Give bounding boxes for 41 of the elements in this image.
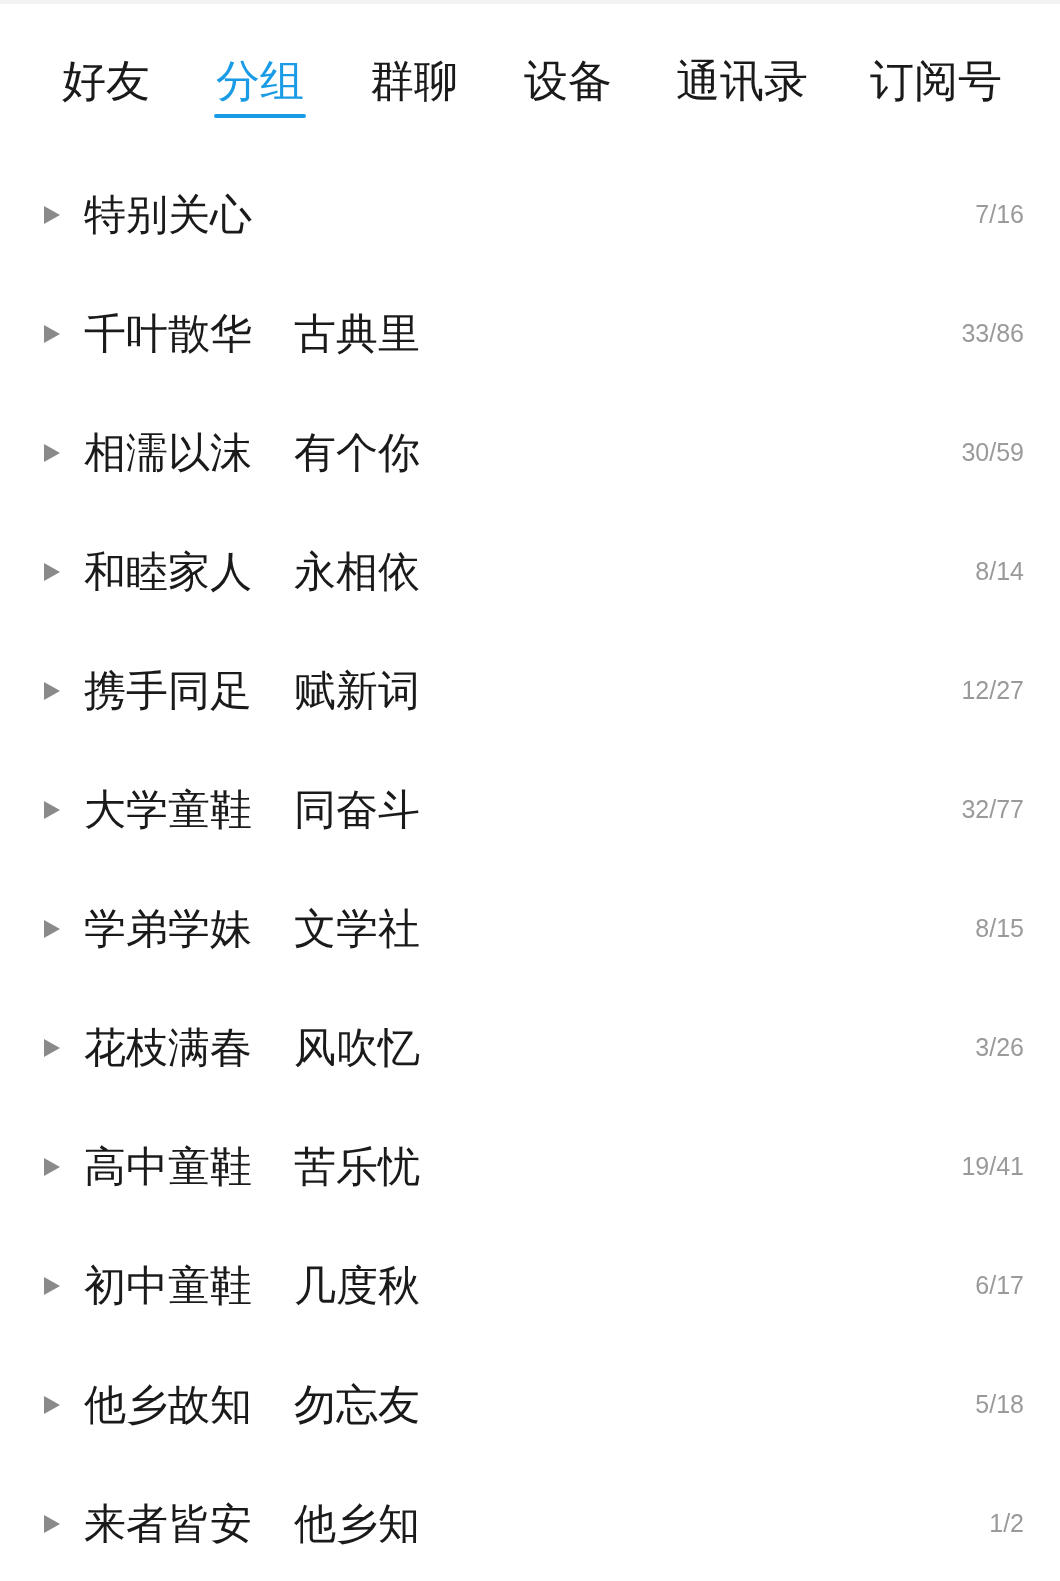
caret-icon[interactable] (42, 798, 62, 821)
online-count: 30/59 (961, 436, 1024, 468)
group-name[interactable]: 来者皆安 他乡知 (84, 1492, 420, 1555)
online-count: 7/16 (975, 198, 1024, 230)
online-count: 33/86 (961, 317, 1024, 349)
caret-icon[interactable] (42, 679, 62, 702)
caret-icon[interactable] (42, 1512, 62, 1535)
caret-icon[interactable] (42, 441, 62, 464)
online-count: 6/17 (975, 1269, 1024, 1301)
tab[interactable]: 订阅号 (870, 54, 1002, 118)
online-count: 8/15 (975, 912, 1024, 944)
online-count: 32/77 (961, 793, 1024, 825)
group-name[interactable]: 高中童鞋 苦乐忧 (84, 1135, 420, 1198)
tab[interactable]: 设备 (522, 54, 614, 118)
tab[interactable]: 通讯录 (676, 54, 808, 118)
online-count: 5/18 (975, 1388, 1024, 1420)
online-count: 19/41 (961, 1150, 1024, 1182)
tab[interactable]: 群聊 (368, 54, 460, 118)
online-count: 8/14 (975, 555, 1024, 587)
group-name[interactable]: 花枝满春 风吹忆 (84, 1016, 420, 1079)
caret-icon[interactable] (42, 322, 62, 345)
group-name[interactable]: 相濡以沫 有个你 (84, 421, 420, 484)
group-name[interactable]: 携手同足 赋新词 (84, 659, 420, 722)
caret-icon[interactable] (42, 917, 62, 940)
caret-icon[interactable] (42, 1036, 62, 1059)
group-name[interactable]: 千叶散华 古典里 (84, 302, 420, 365)
caret-icon[interactable] (42, 560, 62, 583)
caret-icon[interactable] (42, 1274, 62, 1297)
online-count: 3/26 (975, 1031, 1024, 1063)
caret-icon[interactable] (42, 1393, 62, 1416)
caret-icon[interactable] (42, 1155, 62, 1178)
group-name[interactable]: 和睦家人 永相依 (84, 540, 420, 603)
group-name[interactable]: 大学童鞋 同奋斗 (84, 778, 420, 841)
online-count: 12/27 (961, 674, 1024, 706)
group-name[interactable]: 他乡故知 勿忘友 (84, 1373, 420, 1436)
online-count: 1/2 (989, 1507, 1024, 1539)
group-name[interactable]: 特别关心 (84, 183, 252, 246)
group-name[interactable]: 初中童鞋 几度秋 (84, 1254, 420, 1317)
group-name[interactable]: 学弟学妹 文学社 (84, 897, 420, 960)
tab[interactable]: 好友 (60, 54, 152, 118)
caret-icon[interactable] (42, 203, 62, 226)
